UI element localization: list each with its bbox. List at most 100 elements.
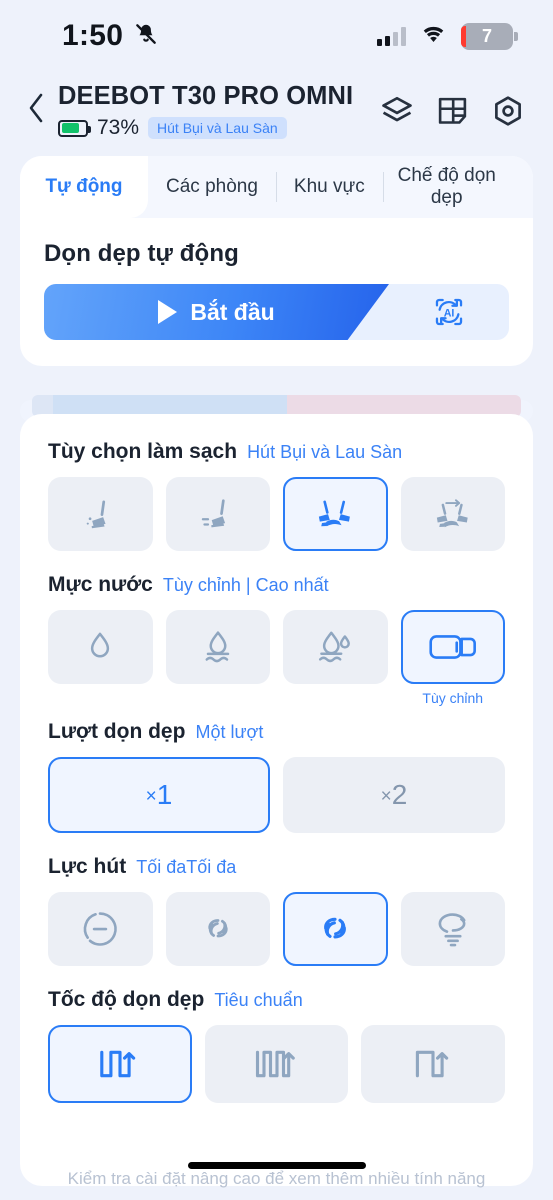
water-level-high[interactable] [283, 610, 388, 684]
suction-value: Tối đaTối đa [136, 857, 237, 877]
suction-standard-icon [208, 919, 228, 938]
passes-value: Một lượt [195, 722, 264, 742]
clean-option-list [48, 477, 505, 551]
back-button[interactable] [18, 91, 54, 131]
suction-quiet-icon [83, 912, 118, 946]
tab-clean-mode[interactable]: Chế độ dọn dẹp [382, 156, 511, 218]
start-row: Bắt đầu AI [44, 284, 509, 340]
clean-option-vacuum[interactable] [48, 477, 153, 551]
suction-standard[interactable] [165, 892, 270, 966]
water-drop-medium-icon [205, 631, 229, 663]
battery-level-text: 7 [481, 25, 492, 46]
suction-max[interactable] [400, 892, 505, 966]
passes-option-1[interactable]: ×1 [48, 757, 270, 833]
passes-option-1-label: 1 [156, 779, 173, 810]
phone-screen: 1:50 7 DEEBOT T30 PRO OMNI 73% Hút Bụi v… [0, 0, 553, 1200]
passes-title: Lượt dọn dẹp [48, 720, 186, 743]
chevron-left-icon [29, 93, 43, 123]
suction-strong[interactable] [283, 892, 388, 966]
suction-quiet[interactable] [48, 892, 153, 966]
path-dense-icon [255, 1050, 295, 1078]
section-clean-option: Tùy chọn làm sạch Hút Bụi và Lau Sàn [48, 440, 505, 551]
speed-list [48, 1025, 506, 1103]
cellular-signal-icon [377, 26, 406, 46]
clean-option-vacuum-mop[interactable] [283, 477, 388, 551]
clean-option-header: Tùy chọn làm sạch Hút Bụi và Lau Sàn [48, 440, 505, 464]
app-header: DEEBOT T30 PRO OMNI 73% Hút Bụi và Lau S… [0, 72, 553, 150]
settings-hexagon-icon[interactable] [491, 94, 525, 128]
status-bar-right: 7 [377, 22, 518, 50]
section-water-level: Mực nước Tùy chỉnh | Cao nhất Tùy chỉnh [48, 573, 505, 706]
passes-option-2[interactable]: ×2 [283, 757, 505, 833]
start-button[interactable]: Bắt đầu [44, 284, 389, 340]
water-drop-low-icon [91, 632, 110, 658]
tab-zones-label: Khu vực [293, 176, 365, 198]
speed-title: Tốc độ dọn dẹp [48, 988, 205, 1011]
passes-prefix: × [380, 786, 392, 807]
play-icon [158, 300, 178, 324]
layers-icon[interactable] [380, 94, 414, 128]
auto-clean-card: Tự động Các phòng Khu vực Chế độ dọn dẹp… [20, 156, 533, 366]
path-standard-icon [100, 1050, 136, 1078]
water-level-header: Mực nước Tùy chỉnh | Cao nhất [48, 573, 505, 597]
status-time: 1:50 [62, 19, 124, 52]
water-custom-slider-icon [429, 635, 476, 659]
water-level-custom[interactable]: Tùy chỉnh [400, 610, 505, 706]
tab-divider [382, 172, 385, 202]
tab-divider [275, 172, 278, 202]
tab-zones[interactable]: Khu vực [275, 156, 383, 218]
header-actions [380, 94, 525, 128]
device-battery-icon [58, 119, 91, 137]
device-mode-tag: Hút Bụi và Lau Sàn [148, 117, 287, 139]
auto-clean-title: Dọn dẹp tự động [44, 240, 239, 267]
tab-bar: Tự động Các phòng Khu vực Chế độ dọn dẹp [20, 156, 533, 218]
water-level-list: Tùy chỉnh [48, 610, 505, 706]
passes-list: ×1 ×2 [48, 757, 505, 833]
suction-title: Lực hút [48, 855, 127, 878]
tab-rooms-label: Các phòng [166, 176, 258, 198]
ai-mode-button[interactable]: AI [389, 284, 509, 340]
wifi-icon [420, 23, 447, 49]
broom-vacuum-icon [86, 500, 106, 529]
suction-header: Lực hút Tối đaTối đa [48, 855, 505, 879]
passes-prefix: × [145, 786, 157, 807]
footer-note: Kiểm tra cài đặt nâng cao để xem thêm nh… [67, 1169, 486, 1188]
water-level-custom-label: Tùy chỉnh [422, 690, 484, 706]
water-drop-high-icon [319, 631, 351, 663]
tab-auto-label: Tự động [45, 176, 123, 198]
broom-sweep-icon [201, 499, 225, 528]
speed-header: Tốc độ dọn dẹp Tiêu chuẩn [48, 988, 505, 1012]
passes-option-2-label: 2 [391, 779, 408, 810]
device-battery-percent: 73% [97, 116, 140, 139]
status-bar-left: 1:50 [62, 19, 159, 53]
home-indicator [187, 1162, 366, 1169]
battery-indicator: 7 [461, 22, 518, 50]
device-status-row: 73% Hút Bụi và Lau Sàn [58, 116, 380, 140]
suction-list [48, 892, 505, 966]
section-suction: Lực hút Tối đaTối đa [48, 855, 505, 966]
map-grid-icon[interactable] [436, 95, 469, 128]
suction-max-tornado-icon [438, 913, 466, 947]
status-bar: 1:50 7 [0, 0, 553, 72]
clean-option-title: Tùy chọn làm sạch [48, 440, 238, 463]
suction-strong-icon [324, 917, 347, 939]
water-level-medium[interactable] [165, 610, 270, 684]
speed-sparse[interactable] [361, 1025, 506, 1103]
clean-option-sweep[interactable] [165, 477, 270, 551]
header-title-block: DEEBOT T30 PRO OMNI 73% Hút Bụi và Lau S… [54, 82, 380, 140]
speed-standard[interactable] [48, 1025, 192, 1103]
start-button-label: Bắt đầu [190, 298, 275, 325]
clean-option-mop-after-vacuum[interactable] [400, 477, 505, 551]
settings-card: Tùy chọn làm sạch Hút Bụi và Lau Sàn Mực… [20, 414, 533, 1188]
ai-label: AI [444, 307, 455, 319]
speed-dense[interactable] [204, 1025, 349, 1103]
water-level-low[interactable] [48, 610, 153, 684]
tab-rooms[interactable]: Các phòng [148, 156, 276, 218]
path-sparse-icon [416, 1050, 449, 1078]
bell-muted-icon [133, 21, 159, 52]
tab-auto[interactable]: Tự động [20, 156, 148, 218]
section-speed: Tốc độ dọn dẹp Tiêu chuẩn [48, 988, 506, 1103]
section-passes: Lượt dọn dẹp Một lượt ×1 ×2 [48, 720, 505, 833]
device-name: DEEBOT T30 PRO OMNI [58, 82, 354, 110]
broom-mop-after-icon [436, 499, 468, 528]
